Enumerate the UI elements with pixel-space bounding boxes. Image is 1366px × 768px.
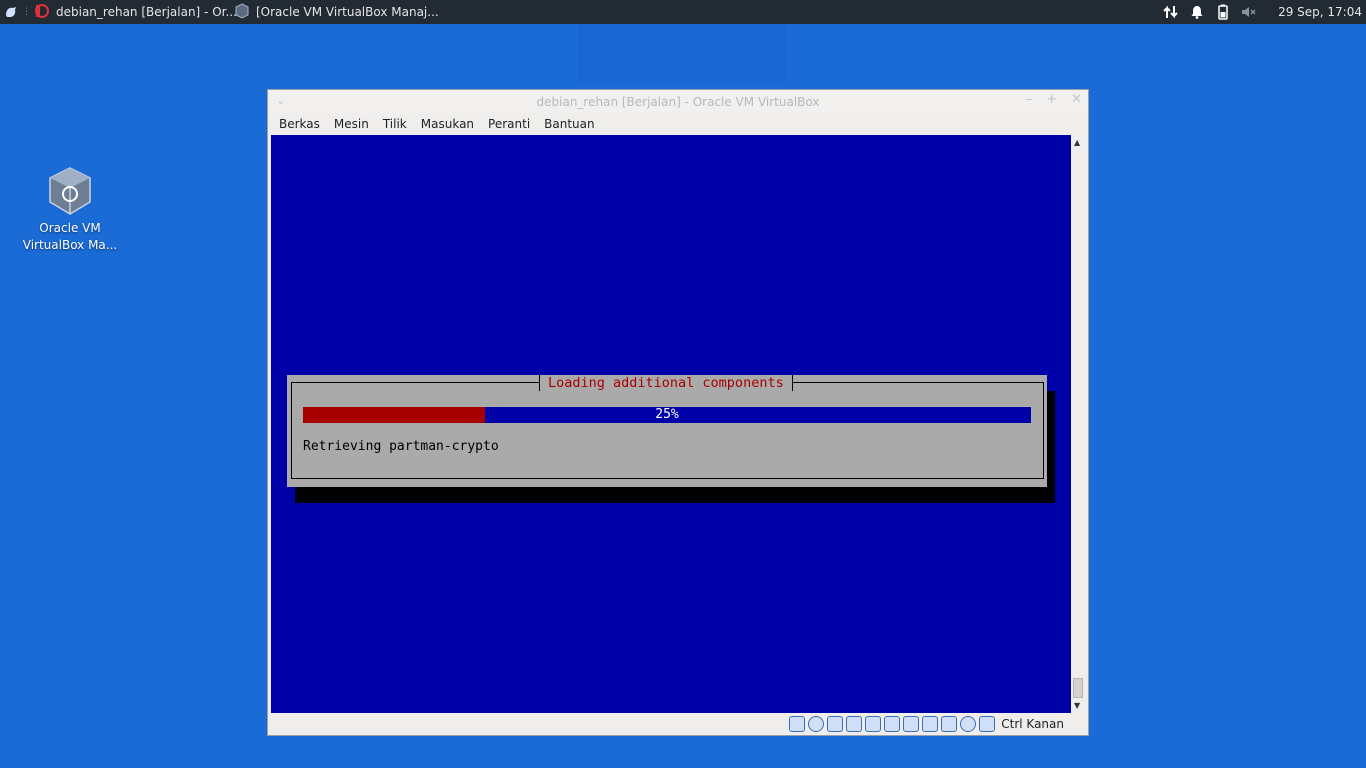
hard-disk-icon[interactable] bbox=[789, 716, 806, 732]
notification-bell-icon[interactable] bbox=[1188, 3, 1206, 21]
volume-muted-icon[interactable] bbox=[1240, 3, 1258, 21]
window-titlebar[interactable]: ⌄ debian_rehan [Berjalan] - Oracle VM Vi… bbox=[268, 90, 1088, 113]
optical-drive-icon[interactable] bbox=[808, 716, 825, 732]
status-bar: Ctrl Kanan bbox=[268, 713, 1088, 735]
window-title: debian_rehan [Berjalan] - Oracle VM Virt… bbox=[536, 94, 820, 109]
virtualbox-vm-window[interactable]: ⌄ debian_rehan [Berjalan] - Oracle VM Vi… bbox=[267, 89, 1089, 736]
background-strip bbox=[578, 24, 786, 84]
menu-tilik[interactable]: Tilik bbox=[376, 117, 414, 131]
video-capture-icon[interactable] bbox=[922, 716, 939, 732]
virtualbox-vm-icon bbox=[34, 3, 50, 22]
virtualbox-icon bbox=[234, 2, 250, 22]
desktop-icon-label-line1: Oracle VM bbox=[39, 221, 101, 235]
display-icon[interactable] bbox=[903, 716, 920, 732]
mouse-integration-icon[interactable] bbox=[960, 716, 977, 732]
taskbar-item-manager[interactable]: [Oracle VM VirtualBox Manaj... bbox=[228, 0, 439, 24]
vertical-scrollbar[interactable]: ▲ ▼ bbox=[1071, 135, 1086, 713]
close-icon[interactable]: ✕ bbox=[1071, 92, 1082, 107]
scrollbar-thumb[interactable] bbox=[1073, 678, 1083, 698]
taskbar-item-vm[interactable]: debian_rehan [Berjalan] - Or... bbox=[28, 0, 237, 24]
audio-icon[interactable] bbox=[827, 716, 844, 732]
scroll-up-icon[interactable]: ▲ bbox=[1074, 138, 1080, 147]
network-icon[interactable] bbox=[846, 716, 863, 732]
taskbar-item-label: debian_rehan [Berjalan] - Or... bbox=[56, 5, 237, 19]
menu-masukan[interactable]: Masukan bbox=[414, 117, 481, 131]
virtualbox-cube-icon bbox=[46, 166, 94, 216]
desktop-icon-label-line2: VirtualBox Ma... bbox=[22, 238, 118, 252]
progress-message: Retrieving partman-crypto bbox=[303, 439, 499, 454]
host-key-label[interactable]: Ctrl Kanan bbox=[1001, 717, 1064, 731]
menu-peranti[interactable]: Peranti bbox=[481, 117, 537, 131]
desktop-icon-virtualbox-manager[interactable]: Oracle VM VirtualBox Ma... bbox=[22, 166, 118, 254]
installer-dialog: Loading additional components 25% Retrie… bbox=[287, 375, 1047, 487]
system-tray: 29 Sep, 17:04 bbox=[1162, 0, 1366, 24]
minimize-icon[interactable]: – bbox=[1026, 92, 1033, 107]
menu-berkas[interactable]: Berkas bbox=[272, 117, 327, 131]
progress-label: 25% bbox=[655, 407, 679, 422]
menu-bar: Berkas Mesin Tilik Masukan Peranti Bantu… bbox=[268, 113, 1088, 135]
clock[interactable]: 29 Sep, 17:04 bbox=[1278, 5, 1362, 19]
dialog-frame bbox=[291, 382, 1044, 479]
vm-display[interactable]: Loading additional components 25% Retrie… bbox=[271, 135, 1071, 713]
maximize-icon[interactable]: + bbox=[1046, 92, 1057, 107]
progress-bar: 25% bbox=[303, 407, 1031, 423]
dialog-title: Loading additional components bbox=[539, 375, 793, 391]
applications-menu-icon[interactable] bbox=[0, 0, 22, 24]
keyboard-capture-icon[interactable] bbox=[979, 716, 996, 732]
shared-folders-icon[interactable] bbox=[884, 716, 901, 732]
top-panel: ⋮ debian_rehan [Berjalan] - Or... [Oracl… bbox=[0, 0, 1366, 24]
window-menu-chevron-icon[interactable]: ⌄ bbox=[276, 94, 285, 107]
menu-bantuan[interactable]: Bantuan bbox=[537, 117, 601, 131]
usb-icon[interactable] bbox=[865, 716, 882, 732]
virtualization-icon[interactable] bbox=[941, 716, 958, 732]
network-transfer-icon[interactable] bbox=[1162, 3, 1180, 21]
menu-mesin[interactable]: Mesin bbox=[327, 117, 376, 131]
scroll-down-icon[interactable]: ▼ bbox=[1074, 701, 1080, 710]
taskbar-item-label: [Oracle VM VirtualBox Manaj... bbox=[256, 5, 439, 19]
battery-icon[interactable] bbox=[1214, 3, 1232, 21]
